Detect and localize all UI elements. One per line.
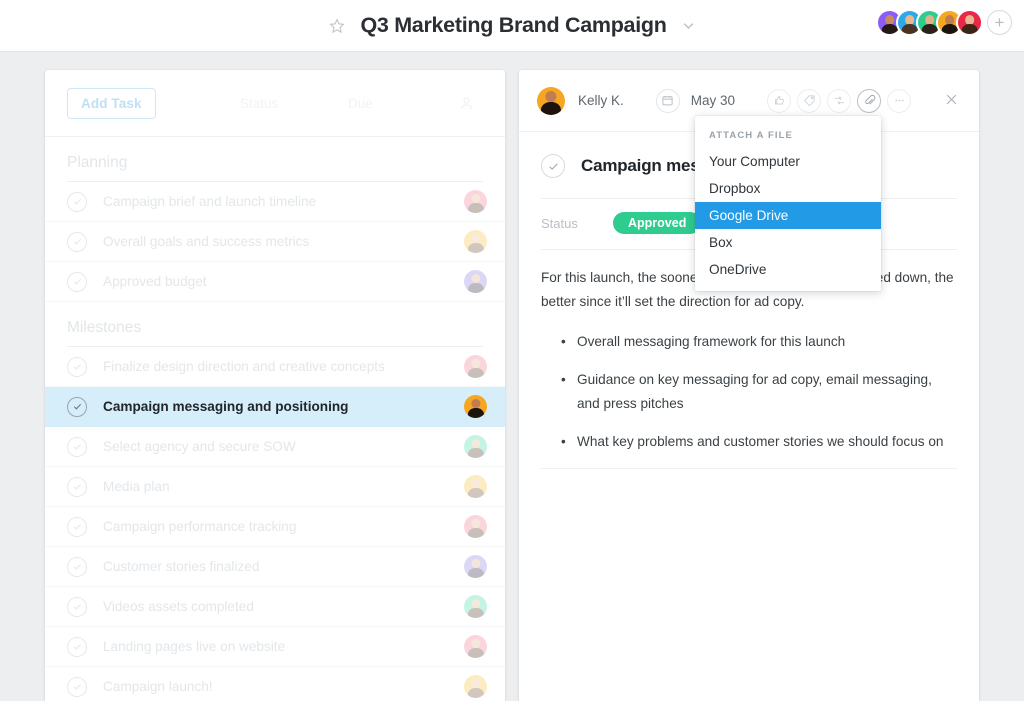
- status-badge[interactable]: Approved: [613, 212, 702, 234]
- status-label: Status: [541, 215, 578, 231]
- share-icon[interactable]: [827, 88, 852, 113]
- person-icon: [458, 95, 475, 112]
- avatar[interactable]: [464, 230, 487, 253]
- page-title: Q3 Marketing Brand Campaign: [360, 13, 667, 37]
- member-avatars: +: [876, 9, 1012, 36]
- attach-menu-items: Your Computer Dropbox Google Drive Box OneDr…: [695, 148, 881, 283]
- task-name: Campaign messaging and positioning: [103, 399, 349, 414]
- table-row[interactable]: Overall goals and success metrics: [45, 222, 505, 262]
- tag-icon[interactable]: [797, 88, 822, 113]
- more-icon[interactable]: [887, 88, 912, 113]
- check-circle-icon[interactable]: [67, 396, 87, 417]
- avatar[interactable]: [464, 355, 487, 378]
- list-item: Overall messaging framework for this lau…: [561, 330, 957, 354]
- task-name: Select agency and secure SOW: [103, 439, 296, 454]
- task-name: Campaign launch!: [103, 679, 213, 694]
- check-circle-icon[interactable]: [67, 476, 87, 497]
- task-name: Finalize design direction and creative c…: [103, 359, 385, 374]
- avatar[interactable]: [464, 190, 487, 213]
- task-name: Campaign performance tracking: [103, 519, 297, 534]
- like-icon[interactable]: [767, 88, 792, 113]
- table-row[interactable]: Videos assets completed: [45, 587, 505, 627]
- menu-item[interactable]: Your Computer: [695, 148, 881, 175]
- table-row[interactable]: Campaign launch!: [45, 667, 505, 701]
- table-row[interactable]: Media plan: [45, 467, 505, 507]
- table-row[interactable]: Campaign brief and launch timeline: [45, 182, 505, 222]
- attach-file-menu: ATTACH A FILE Your Computer Dropbox Google…: [695, 116, 881, 291]
- star-icon[interactable]: [328, 17, 346, 35]
- task-name: Media plan: [103, 479, 170, 494]
- divider: [541, 468, 957, 469]
- menu-item[interactable]: Google Drive: [695, 202, 881, 229]
- section-label: Milestones: [67, 319, 142, 336]
- check-circle-icon[interactable]: [67, 516, 87, 537]
- section-label: Planning: [67, 154, 128, 171]
- list-item: Guidance on key messaging for ad copy, e…: [561, 368, 957, 416]
- task-sections: Planning Campaign brief and launch timeli…: [45, 137, 505, 701]
- add-task-button[interactable]: Add Task: [67, 87, 156, 119]
- chevron-down-icon[interactable]: [681, 18, 696, 33]
- task-name: Customer stories finalized: [103, 559, 260, 574]
- avatar[interactable]: [464, 475, 487, 498]
- task-name: Campaign brief and launch timeline: [103, 194, 317, 209]
- owner-name: Kelly K.: [578, 93, 624, 108]
- check-circle-icon[interactable]: [67, 356, 87, 377]
- menu-item[interactable]: Dropbox: [695, 175, 881, 202]
- task-name: Approved budget: [103, 274, 207, 289]
- column-header-due: Due: [348, 95, 373, 111]
- complete-task-checkbox[interactable]: [541, 154, 565, 178]
- task-name: Overall goals and success metrics: [103, 234, 310, 249]
- table-row[interactable]: Campaign performance tracking: [45, 507, 505, 547]
- detail-action-icons: [767, 88, 912, 113]
- table-row[interactable]: Landing pages live on website: [45, 627, 505, 667]
- avatar[interactable]: [464, 675, 487, 698]
- check-circle-icon[interactable]: [67, 191, 87, 212]
- table-row[interactable]: Campaign messaging and positioning: [45, 387, 505, 427]
- due-date-chip[interactable]: May 30: [655, 88, 736, 113]
- avatar[interactable]: [956, 9, 983, 36]
- avatar[interactable]: [464, 515, 487, 538]
- close-icon[interactable]: [944, 92, 959, 107]
- task-list-header: Add Task Status Due: [45, 70, 505, 137]
- menu-item[interactable]: Box: [695, 229, 881, 256]
- avatar[interactable]: [464, 635, 487, 658]
- check-circle-icon[interactable]: [67, 596, 87, 617]
- avatar[interactable]: [537, 86, 565, 115]
- task-list-panel: Add Task Status Due Planning Campaign bri…: [45, 70, 505, 701]
- column-header-status: Status: [240, 95, 279, 111]
- top-bar: Q3 Marketing Brand Campaign +: [0, 0, 1024, 52]
- avatar[interactable]: [464, 435, 487, 458]
- paperclip-icon[interactable]: [857, 88, 882, 113]
- calendar-icon[interactable]: [655, 88, 680, 113]
- check-circle-icon[interactable]: [67, 676, 87, 697]
- check-circle-icon[interactable]: [67, 436, 87, 457]
- avatar[interactable]: [464, 395, 487, 418]
- attach-menu-heading: ATTACH A FILE: [709, 130, 793, 141]
- table-row[interactable]: Customer stories finalized: [45, 547, 505, 587]
- due-date-text: May 30: [690, 93, 736, 108]
- avatar[interactable]: [464, 595, 487, 618]
- table-row[interactable]: Approved budget: [45, 262, 505, 302]
- add-member-button[interactable]: +: [987, 10, 1012, 35]
- avatar[interactable]: [464, 555, 487, 578]
- task-name: Videos assets completed: [103, 599, 254, 614]
- task-name: Landing pages live on website: [103, 639, 286, 654]
- menu-item[interactable]: OneDrive: [695, 256, 881, 283]
- task-bullet-list: Overall messaging framework for this lau…: [519, 330, 979, 454]
- check-circle-icon[interactable]: [67, 636, 87, 657]
- title-group: Q3 Marketing Brand Campaign: [0, 0, 1024, 51]
- check-circle-icon[interactable]: [67, 271, 87, 292]
- table-row[interactable]: Finalize design direction and creative c…: [45, 347, 505, 387]
- check-circle-icon[interactable]: [67, 231, 87, 252]
- app-root: Q3 Marketing Brand Campaign + Add Task S…: [0, 0, 1024, 701]
- check-circle-icon[interactable]: [67, 556, 87, 577]
- table-row[interactable]: Select agency and secure SOW: [45, 427, 505, 467]
- list-item: What key problems and customer stories w…: [561, 430, 957, 454]
- avatar[interactable]: [464, 270, 487, 293]
